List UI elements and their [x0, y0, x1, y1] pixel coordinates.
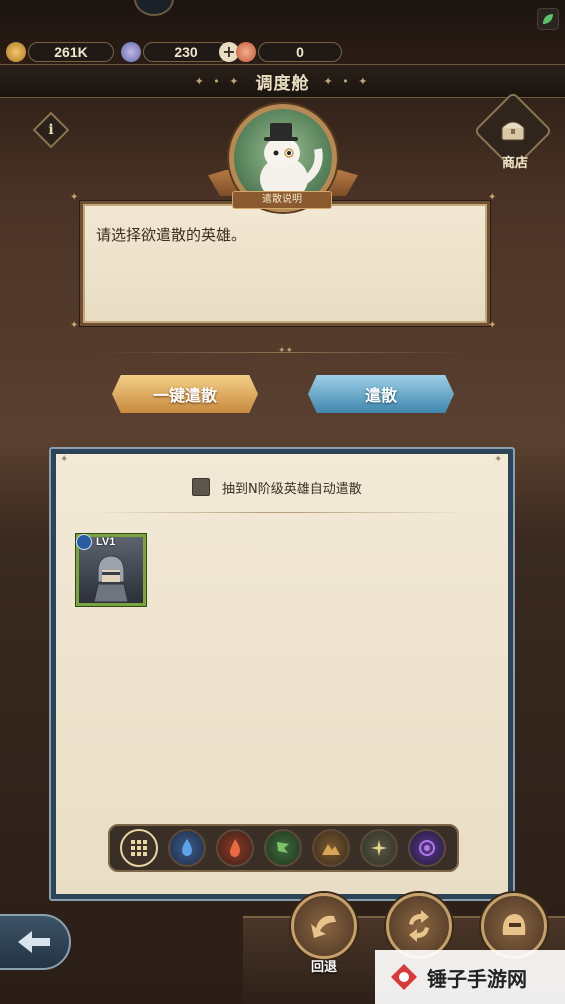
info-icon: i	[48, 122, 54, 138]
all-icon	[131, 840, 147, 856]
title-ornament-left: ✦ • ✦	[194, 74, 242, 88]
corner-ornament: ✦	[60, 454, 69, 465]
dialog-text: 请选择欲遣散的英雄。	[96, 226, 247, 244]
auto-dismiss-label[interactable]: 抽到N阶级英雄自动遣散	[222, 478, 362, 497]
crystal-icon	[121, 42, 141, 62]
helmet-icon	[502, 914, 526, 935]
treasure-chest-icon	[501, 121, 525, 141]
undo-button[interactable]	[291, 893, 357, 959]
watermark-logo-icon	[391, 964, 417, 990]
panel-divider	[90, 512, 470, 513]
gold-counter: 261K	[28, 42, 114, 62]
light-element-icon	[371, 840, 387, 856]
title-ornament-right: ✦ • ✦	[323, 74, 371, 88]
info-button[interactable]: i	[32, 111, 70, 149]
shop-label: 商店	[501, 156, 528, 171]
corner-ornament: ✦	[70, 192, 79, 203]
auto-dismiss-checkbox[interactable]	[192, 478, 210, 496]
corner-ornament: ✦	[488, 320, 497, 331]
earth-element-icon	[322, 844, 340, 855]
hero-level: LV1	[96, 536, 116, 548]
dark-element-icon	[419, 840, 435, 856]
wind-element-icon	[277, 842, 289, 853]
knight-hero-icon	[93, 555, 129, 602]
filter-wind-button[interactable]	[264, 829, 302, 867]
filter-fire-button[interactable]	[216, 829, 254, 867]
water-element-icon	[182, 839, 192, 856]
dismiss-button[interactable]: 遣散	[308, 375, 454, 413]
fire-element-icon	[230, 839, 240, 857]
undo-label: 回退	[310, 960, 337, 975]
feather-icon	[236, 42, 256, 62]
filter-all-button[interactable]	[120, 829, 158, 867]
dialog-box	[80, 201, 490, 326]
crystal-counter: 230	[143, 42, 229, 62]
refresh-icon	[409, 910, 429, 942]
filter-dark-button[interactable]	[408, 829, 446, 867]
dismiss-info-label[interactable]: 遣散说明	[232, 191, 332, 209]
corner-ornament: ✦	[488, 192, 497, 203]
undo-arrow-icon	[311, 915, 336, 938]
leaf-icon	[543, 14, 553, 24]
gold-coin-icon	[6, 42, 26, 62]
back-nav-button[interactable]	[0, 914, 71, 970]
back-arrow-icon	[17, 931, 50, 953]
page-title: 调度舱	[255, 73, 310, 94]
water-element-icon	[76, 534, 92, 550]
filter-water-button[interactable]	[168, 829, 206, 867]
corner-ornament: ✦	[494, 454, 503, 465]
feather-counter: 0	[258, 42, 342, 62]
filter-light-button[interactable]	[360, 829, 398, 867]
title-bar: ✦ • ✦ 调度舱 ✦ • ✦	[0, 64, 565, 98]
corner-ornament: ✦	[70, 320, 79, 331]
divider-ornament: ✦✦	[278, 346, 294, 356]
leaf-button[interactable]	[537, 8, 559, 30]
watermark: 锤子手游网	[375, 950, 565, 1004]
watermark-text: 锤子手游网	[427, 966, 527, 991]
top-gear-button[interactable]	[134, 0, 174, 16]
filter-earth-button[interactable]	[312, 829, 350, 867]
dismiss-all-button[interactable]: 一键遣散	[112, 375, 258, 413]
